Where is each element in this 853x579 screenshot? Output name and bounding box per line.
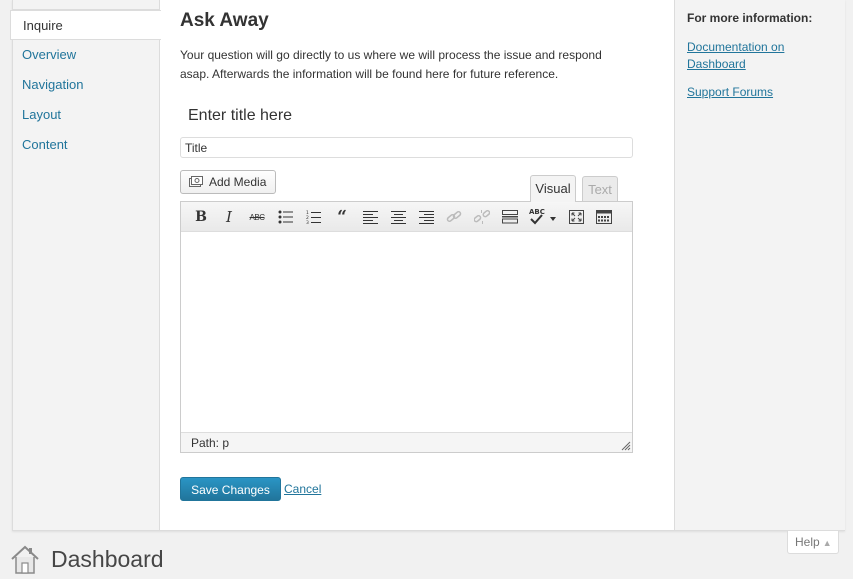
- read-more-icon[interactable]: [499, 206, 521, 228]
- chevron-up-icon: ▲: [822, 538, 832, 548]
- editor-content-area[interactable]: [181, 233, 632, 433]
- help-sidebar: For more information: Documentation on D…: [674, 0, 845, 530]
- editor-toolbar: B I ABC 123 “ ABC: [181, 202, 632, 232]
- bold-icon[interactable]: B: [190, 206, 212, 228]
- insert-link-icon[interactable]: [443, 206, 465, 228]
- editor-tab-visual[interactable]: Visual: [530, 175, 576, 202]
- strikethrough-icon[interactable]: ABC: [246, 206, 268, 228]
- help-toggle-label: Help: [795, 535, 820, 549]
- help-tab-content[interactable]: Content: [22, 137, 68, 152]
- align-center-icon[interactable]: [387, 206, 409, 228]
- svg-text:3: 3: [306, 220, 309, 225]
- align-left-icon[interactable]: [359, 206, 381, 228]
- italic-icon[interactable]: I: [218, 206, 240, 228]
- rich-text-editor: B I ABC 123 “ ABC Path: p: [180, 201, 633, 453]
- cancel-link[interactable]: Cancel: [284, 482, 321, 496]
- help-tabs: Inquire Overview Navigation Layout Conte…: [10, 0, 161, 530]
- blockquote-icon[interactable]: “: [331, 206, 353, 228]
- editor-tab-text[interactable]: Text: [582, 176, 618, 201]
- help-toggle-button[interactable]: Help ▲: [787, 531, 839, 554]
- resize-grip-icon[interactable]: [621, 441, 631, 451]
- editor-statusbar: Path: p: [181, 432, 632, 452]
- add-media-label: Add Media: [209, 175, 267, 189]
- help-tab-layout[interactable]: Layout: [22, 107, 61, 122]
- fullscreen-icon[interactable]: [565, 206, 587, 228]
- svg-text:ABC: ABC: [529, 208, 545, 216]
- support-forums-link[interactable]: Support Forums: [687, 84, 807, 101]
- add-media-button[interactable]: Add Media: [180, 170, 276, 194]
- numbered-list-icon[interactable]: 123: [303, 206, 325, 228]
- help-heading: Ask Away: [180, 10, 269, 31]
- bullet-list-icon[interactable]: [275, 206, 297, 228]
- help-intro-text: Your question will go directly to us whe…: [180, 48, 602, 81]
- home-icon: [11, 545, 39, 574]
- title-prompt-label: Enter title here: [188, 107, 293, 124]
- title-input[interactable]: [180, 137, 633, 158]
- help-sidebar-heading: For more information:: [687, 11, 813, 25]
- help-content: Ask Away Your question will go directly …: [161, 0, 674, 530]
- align-right-icon[interactable]: [415, 206, 437, 228]
- unlink-icon[interactable]: [471, 206, 493, 228]
- save-changes-button[interactable]: Save Changes: [180, 477, 281, 501]
- camera-icon: [189, 176, 203, 188]
- help-tab-stub: [13, 0, 160, 10]
- documentation-link[interactable]: Documentation on Dashboard: [687, 39, 807, 73]
- help-tab-inquire[interactable]: Inquire: [10, 10, 161, 40]
- spellcheck-icon[interactable]: ABC: [527, 206, 561, 228]
- editor-path: Path: p: [191, 436, 230, 450]
- page-title: Dashboard: [51, 546, 164, 572]
- help-tab-navigation[interactable]: Navigation: [22, 77, 83, 92]
- kitchen-sink-icon[interactable]: [593, 206, 615, 228]
- help-tab-overview[interactable]: Overview: [22, 47, 76, 62]
- contextual-help-panel: Inquire Overview Navigation Layout Conte…: [10, 0, 845, 531]
